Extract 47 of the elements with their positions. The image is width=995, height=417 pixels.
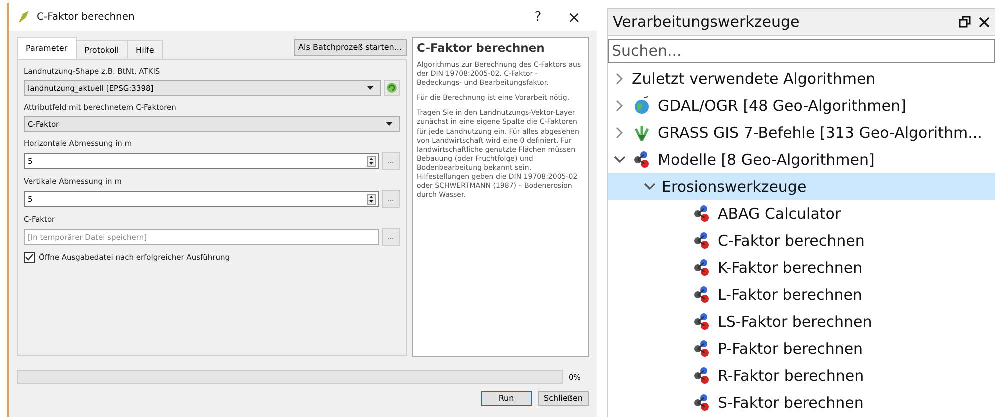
- iterate-button[interactable]: [384, 80, 400, 96]
- help-title: C-Faktor berechnen: [417, 41, 546, 55]
- search-field[interactable]: Suchen...: [608, 39, 995, 63]
- float-icon: [959, 16, 971, 28]
- tree-item[interactable]: LS-Faktor berechnen: [608, 308, 995, 335]
- help-button[interactable]: ?: [524, 10, 552, 24]
- nodes-icon: [692, 230, 712, 250]
- pencil-icon: [17, 10, 31, 24]
- tree-item[interactable]: K-Faktor berechnen: [608, 254, 995, 281]
- tree-item[interactable]: C-Faktor berechnen: [608, 227, 995, 254]
- batch-button[interactable]: Als Batchprozeß starten...: [294, 39, 407, 56]
- nodes-icon: [692, 284, 712, 304]
- nodes-icon: [632, 150, 652, 170]
- nodes-icon: [692, 312, 712, 332]
- check-icon: [25, 253, 34, 262]
- dialog-button[interactable]: Schließen: [538, 391, 589, 406]
- caret-icon: [386, 122, 393, 126]
- tree-item[interactable]: Modelle [8 Geo-Algorithmen]: [608, 146, 995, 173]
- nodes-icon: [692, 338, 712, 358]
- window-title: C-Faktor berechnen: [37, 12, 135, 22]
- nodes-icon: [692, 392, 712, 412]
- tree-item[interactable]: ABAG Calculator: [608, 200, 995, 227]
- tree-item[interactable]: P-Faktor berechnen: [608, 335, 995, 362]
- tree-item[interactable]: GDAL/OGR [48 Geo-Algorithmen]: [608, 92, 995, 119]
- spinner-icon: [367, 156, 376, 166]
- close-button[interactable]: ×: [558, 8, 591, 26]
- tab[interactable]: Hilfe: [127, 40, 164, 59]
- panel-title: Verarbeitungswerkzeuge: [613, 13, 800, 31]
- close-icon: [979, 16, 990, 28]
- nodes-icon: [692, 204, 712, 224]
- tab[interactable]: Parameter: [17, 37, 77, 59]
- nodes-icon: [692, 258, 712, 278]
- tree-item[interactable]: L-Faktor berechnen: [608, 281, 995, 308]
- dialog-button[interactable]: Run: [481, 391, 532, 406]
- chevron-down-icon: [614, 154, 626, 166]
- tree-item[interactable]: R-Faktor berechnen: [608, 362, 995, 389]
- refresh-icon: [386, 82, 398, 94]
- tree-item[interactable]: Zuletzt verwendete Algorithmen: [608, 65, 995, 92]
- tree-item[interactable]: GRASS GIS 7-Befehle [313 Geo-Algorithm...: [608, 119, 995, 146]
- spinner-icon: [367, 194, 376, 204]
- chevron-down-icon: [644, 180, 656, 192]
- checkbox[interactable]: [24, 252, 35, 263]
- tree-item[interactable]: Erosionswerkzeuge: [608, 173, 995, 200]
- tree-item[interactable]: S-Faktor berechnen: [608, 389, 995, 416]
- globe-icon: [632, 96, 652, 116]
- caret-icon: [367, 86, 374, 90]
- nodes-icon: [692, 366, 712, 386]
